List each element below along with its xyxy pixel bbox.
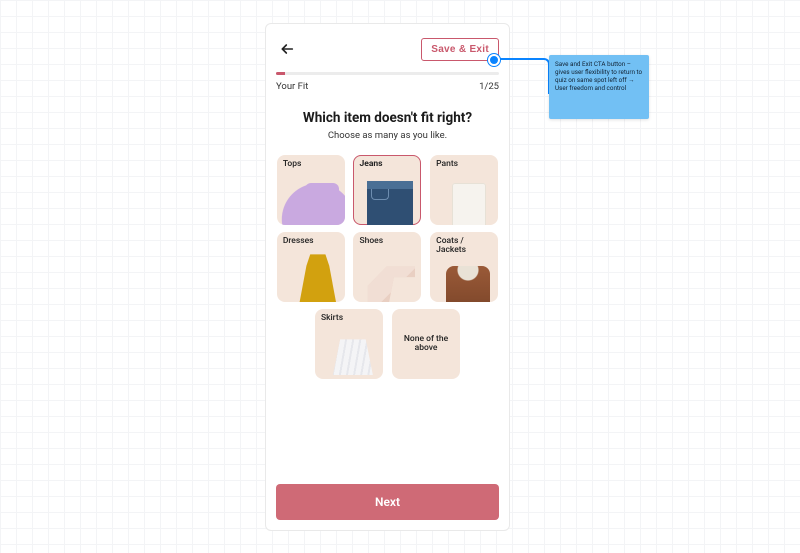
back-button[interactable]	[276, 38, 298, 60]
option-label: Skirts	[315, 309, 383, 323]
progress-meta: Your Fit 1/25	[276, 81, 499, 92]
option-label: Coats / Jackets	[430, 232, 498, 256]
option-grid-2: Skirts None of the above	[314, 309, 461, 379]
option-jeans[interactable]: Jeans	[353, 155, 421, 225]
option-skirts[interactable]: Skirts	[315, 309, 383, 379]
step-counter: 1/25	[479, 81, 499, 92]
next-button[interactable]: Next	[276, 484, 499, 520]
shoe-icon	[353, 246, 421, 302]
question-subtitle: Choose as many as you like.	[276, 130, 499, 141]
annotation-pin[interactable]	[488, 54, 500, 66]
option-label: Dresses	[277, 232, 345, 246]
skirt-icon	[315, 323, 383, 379]
progress-bar	[276, 72, 499, 75]
option-label: Shoes	[353, 232, 421, 246]
arrow-left-icon	[279, 41, 295, 57]
option-label: Tops	[277, 155, 345, 169]
jacket-icon	[430, 256, 498, 302]
jeans-icon	[353, 169, 421, 225]
option-shoes[interactable]: Shoes	[353, 232, 421, 302]
option-label: Jeans	[353, 155, 421, 169]
progress-fill	[276, 72, 285, 75]
option-coats[interactable]: Coats / Jackets	[430, 232, 498, 302]
option-none[interactable]: None of the above	[392, 309, 460, 379]
question-heading: Which item doesn't fit right? Choose as …	[276, 110, 499, 141]
annotation-note[interactable]: Save and Exit CTA button – gives user fl…	[549, 55, 649, 119]
option-dresses[interactable]: Dresses	[277, 232, 345, 302]
option-grid: Tops Jeans Pants Dresses Shoes Coats / J…	[276, 155, 499, 302]
dress-icon	[277, 246, 345, 302]
section-label: Your Fit	[276, 81, 308, 92]
tops-icon	[277, 169, 345, 225]
question-title: Which item doesn't fit right?	[276, 110, 499, 126]
top-bar: Save & Exit	[276, 36, 499, 62]
annotation-text: Save and Exit CTA button – gives user fl…	[555, 60, 642, 92]
option-label: Pants	[430, 155, 498, 169]
option-label: None of the above	[392, 335, 460, 354]
annotation-connector	[498, 58, 550, 94]
option-tops[interactable]: Tops	[277, 155, 345, 225]
quiz-screen: Save & Exit Your Fit 1/25 Which item doe…	[265, 23, 510, 531]
option-pants[interactable]: Pants	[430, 155, 498, 225]
pants-icon	[430, 169, 498, 225]
